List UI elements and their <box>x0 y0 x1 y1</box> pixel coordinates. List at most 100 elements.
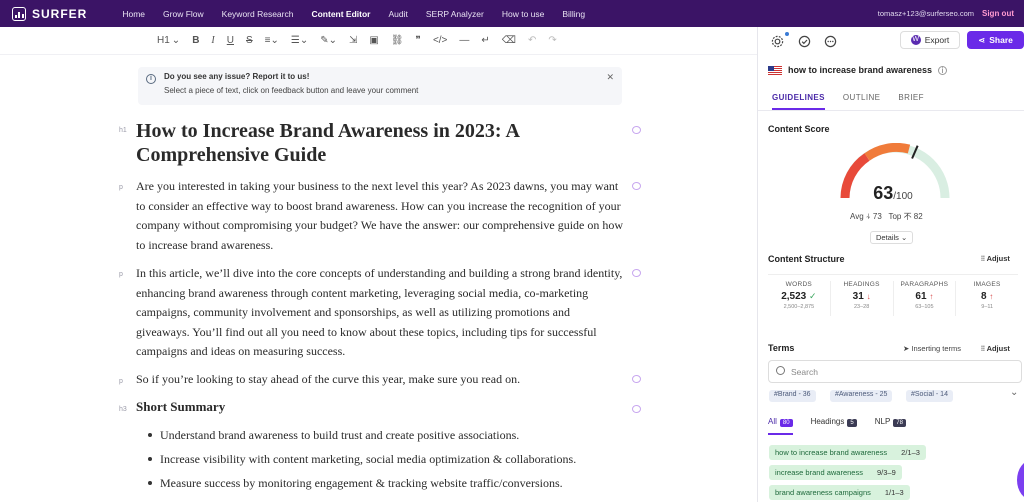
chevron-down-icon: ⌄ <box>171 35 181 46</box>
nav-link-grow-flow[interactable]: Grow Flow <box>154 9 213 19</box>
avg-score: Avg ⍭ 73 <box>850 212 882 221</box>
details-label: Details <box>876 233 899 242</box>
settings-icon[interactable] <box>771 35 784 48</box>
stat-words: WORDS 2,523 ✓ 2,500–2,875 <box>768 281 831 316</box>
heading-select[interactable]: H1 ⌄ <box>157 35 180 46</box>
stat-value: 61 <box>915 291 927 302</box>
comment-icon[interactable] <box>632 182 641 190</box>
comment-icon[interactable] <box>632 126 641 134</box>
tab-brief[interactable]: BRIEF <box>898 85 924 110</box>
paragraph-2[interactable]: In this article, we’ll dive into the cor… <box>136 264 626 362</box>
filter-tab-headings[interactable]: Headings 5 <box>811 417 857 435</box>
undo-icon[interactable]: ↶ <box>528 35 536 46</box>
nav-links: Home Grow Flow Keyword Research Content … <box>113 9 594 19</box>
list-item[interactable]: Increase visibility with content marketi… <box>148 447 576 471</box>
terms-adjust-button[interactable]: ⫶⫶ Adjust <box>981 344 1010 354</box>
heading-select-value: H1 <box>157 35 170 46</box>
comment-icon[interactable] <box>632 375 641 383</box>
stat-images: IMAGES 8 ↑ 9–11 <box>956 281 1018 316</box>
feedback-banner: i Do you see any issue? Report it to us!… <box>138 67 622 105</box>
chat-launcher-button[interactable] <box>1017 460 1024 500</box>
strikethrough-icon[interactable]: S <box>246 35 253 46</box>
top-navigation-bar: SURFER Home Grow Flow Keyword Research C… <box>0 0 1024 27</box>
topic-chip[interactable]: #Social - 14 <box>906 390 953 402</box>
info-icon[interactable]: i <box>938 65 948 75</box>
chevron-down-icon[interactable]: ⌄ <box>1010 387 1018 398</box>
stat-range: 63–105 <box>915 304 934 310</box>
term-count: 9/3–9 <box>876 468 896 477</box>
logo-text: SURFER <box>32 6 88 21</box>
redo-icon[interactable]: ↷ <box>548 35 556 46</box>
term-count: 2/1–3 <box>901 448 920 457</box>
horizontal-rule-icon[interactable]: — <box>459 35 469 46</box>
stat-value: 8 <box>980 291 987 302</box>
document-title[interactable]: How to Increase Brand Awareness in 2023:… <box>136 119 606 167</box>
clear-format-icon[interactable]: ⌫ <box>502 35 516 46</box>
image-icon[interactable]: ▣ <box>369 35 378 46</box>
structure-adjust-button[interactable]: ⫶⫶ Adjust <box>981 254 1010 264</box>
filter-tab-all[interactable]: All 80 <box>768 417 793 435</box>
filter-tab-nlp[interactable]: NLP 78 <box>875 417 906 435</box>
comment-icon[interactable] <box>632 269 641 277</box>
nav-link-home[interactable]: Home <box>113 9 154 19</box>
line-break-icon[interactable]: ↵ <box>481 35 489 46</box>
code-icon[interactable]: </> <box>433 35 447 46</box>
block-tag-p: p <box>119 184 123 191</box>
close-icon[interactable]: ✕ <box>606 72 614 83</box>
nav-link-billing[interactable]: Billing <box>553 9 594 19</box>
stat-label: WORDS <box>785 281 813 288</box>
stat-paragraphs: PARAGRAPHS 61 ↑ 63–105 <box>894 281 957 316</box>
paragraph-1[interactable]: Are you interested in taking your busine… <box>136 177 626 255</box>
tab-outline[interactable]: OUTLINE <box>843 85 880 110</box>
list-icon[interactable]: ☰⌄ <box>291 35 308 46</box>
bold-icon[interactable]: B <box>192 35 199 46</box>
list-item[interactable]: Understand brand awareness to build trus… <box>148 423 576 447</box>
surfer-logo[interactable]: SURFER <box>12 6 88 21</box>
check-circle-icon[interactable] <box>798 35 811 48</box>
comment-icon[interactable] <box>632 405 641 413</box>
term-item[interactable]: increase brand awareness 9/3–9 <box>769 465 902 480</box>
export-button[interactable]: W Export <box>900 31 960 49</box>
stat-range: 23–28 <box>853 304 870 310</box>
details-button[interactable]: Details ⌄ <box>870 231 914 244</box>
link-icon[interactable]: ⛓ <box>391 35 404 46</box>
notification-dot <box>785 32 789 36</box>
filter-badge: 80 <box>779 419 793 427</box>
underline-icon[interactable]: U <box>227 35 234 46</box>
topic-chip[interactable]: #Brand - 36 <box>769 390 816 402</box>
more-options-icon[interactable] <box>824 35 837 48</box>
term-item[interactable]: how to increase brand awareness 2/1–3 <box>769 445 926 460</box>
nav-link-how-to-use[interactable]: How to use <box>493 9 554 19</box>
block-tag-h1: h1 <box>119 127 127 134</box>
target-keyword: how to increase brand awareness i <box>768 65 948 75</box>
section-heading[interactable]: Short Summary <box>136 399 225 415</box>
paragraph-3[interactable]: So if you’re looking to stay ahead of th… <box>136 370 626 390</box>
quote-icon[interactable]: ❞ <box>416 35 421 46</box>
block-tag-p: p <box>119 271 123 278</box>
nav-link-audit[interactable]: Audit <box>380 9 417 19</box>
sign-out-link[interactable]: Sign out <box>982 9 1014 18</box>
search-placeholder: Search <box>791 367 818 377</box>
highlight-icon[interactable]: ✎⌄ <box>320 35 337 46</box>
inserting-terms-toggle[interactable]: ➤ Inserting terms <box>903 344 961 353</box>
term-text: increase brand awareness <box>775 468 863 477</box>
tab-guidelines[interactable]: GUIDELINES <box>772 85 825 110</box>
terms-search-input[interactable]: Search <box>768 360 1022 383</box>
surfer-logo-icon <box>12 6 26 21</box>
nav-link-serp-analyzer[interactable]: SERP Analyzer <box>417 9 493 19</box>
term-item[interactable]: brand awareness campaigns 1/1–3 <box>769 485 910 500</box>
align-icon[interactable]: ≡⌄ <box>265 35 279 46</box>
share-button[interactable]: ⋖ Share <box>967 31 1024 49</box>
stat-label: IMAGES <box>973 281 1001 288</box>
nav-link-content-editor[interactable]: Content Editor <box>302 9 379 19</box>
arrow-up-icon: ↑ <box>989 292 994 301</box>
score-max: /100 <box>893 191 913 202</box>
share-icon: ⋖ <box>978 34 986 45</box>
italic-icon[interactable]: I <box>211 35 214 46</box>
indent-icon[interactable]: ⇲ <box>349 35 357 46</box>
block-tag-p: p <box>119 378 123 385</box>
content-score-title: Content Score <box>768 124 830 134</box>
list-item[interactable]: Measure success by monitoring engagement… <box>148 471 576 495</box>
topic-chip[interactable]: #Awareness - 25 <box>830 390 893 402</box>
nav-link-keyword-research[interactable]: Keyword Research <box>213 9 303 19</box>
